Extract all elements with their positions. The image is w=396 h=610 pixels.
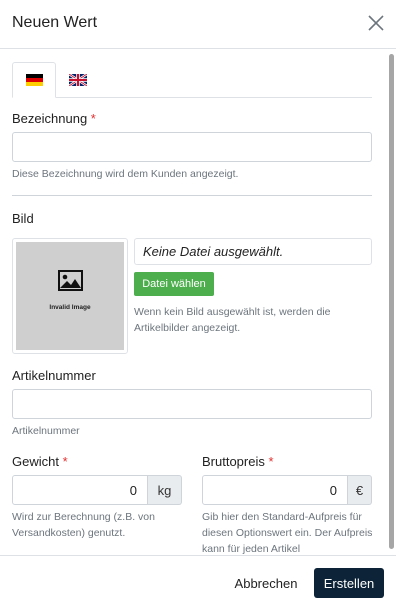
uk-flag-icon [69,74,87,86]
invalid-image-text: Invalid Image [49,304,91,311]
tab-german[interactable] [12,62,56,98]
german-flag-icon [25,74,43,86]
tab-english[interactable] [56,62,100,98]
modal-header: Neuen Wert [0,0,396,49]
choose-file-button[interactable]: Datei wählen [134,272,214,296]
image-preview: Invalid Image [12,238,128,354]
bezeichnung-hint: Diese Bezeichnung wird dem Kunden angeze… [12,168,239,180]
artikelnummer-hint: Artikelnummer [12,425,80,437]
create-button[interactable]: Erstellen [314,568,384,598]
bezeichnung-input[interactable] [12,132,372,162]
bruttopreis-input[interactable] [202,475,348,505]
bruttopreis-hint: Gib hier den Standard-Aufpreis für diese… [202,511,373,555]
modal-body: Bezeichnung * Diese Bezeichnung wird dem… [0,50,396,555]
artikelnummer-label: Artikelnummer [12,368,96,383]
gewicht-hint: Wird zur Berechnung (z.B. von Versandkos… [12,511,155,539]
close-icon[interactable] [366,13,386,33]
cancel-button[interactable]: Abbrechen [228,568,304,598]
bruttopreis-label: Bruttopreis * [202,454,274,469]
bezeichnung-label: Bezeichnung * [12,111,96,126]
language-tabs [12,62,372,98]
modal-title: Neuen Wert [12,14,98,31]
bild-label: Bild [12,211,34,226]
artikelnummer-input[interactable] [12,389,372,419]
image-placeholder-icon [58,270,83,291]
modal-footer: Abbrechen Erstellen [0,555,396,610]
file-status[interactable]: Keine Datei ausgewählt. [134,238,372,265]
gewicht-input[interactable] [12,475,148,505]
gewicht-label: Gewicht * [12,454,68,469]
bruttopreis-unit: € [348,475,372,505]
bild-hint: Wenn kein Bild ausgewählt ist, werden di… [134,306,331,334]
gewicht-unit: kg [148,475,182,505]
scrollbar[interactable] [389,54,394,549]
divider [12,195,372,196]
